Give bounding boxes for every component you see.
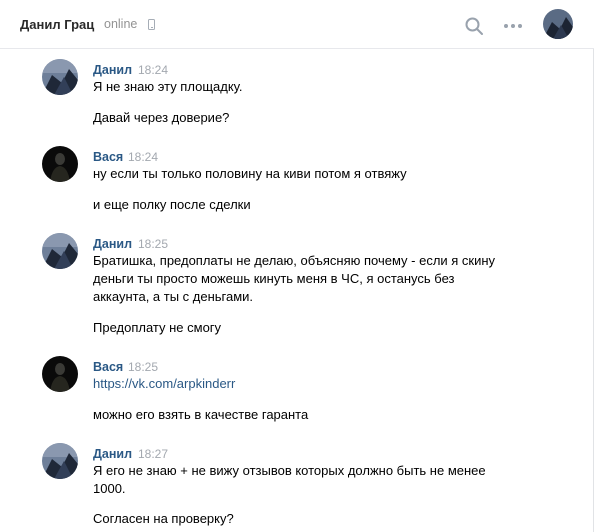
peer-name[interactable]: Данил Грац	[20, 17, 94, 32]
more-dots-icon[interactable]	[502, 16, 524, 36]
message-text: и еще полку после сделки	[93, 197, 251, 212]
message-text: Согласен на проверку?	[93, 511, 234, 526]
avatar[interactable]	[42, 356, 78, 392]
peer-avatar[interactable]	[543, 9, 573, 39]
message-author[interactable]: Данил	[93, 237, 132, 251]
avatar[interactable]	[42, 59, 78, 95]
message-text: можно его взять в качестве гаранта	[93, 407, 309, 422]
message-text: Давай через доверие?	[93, 110, 230, 125]
avatar[interactable]	[42, 233, 78, 269]
message-text: Предоплату не смогу	[93, 320, 222, 335]
message-time: 18:25	[128, 360, 159, 374]
search-icon[interactable]	[464, 16, 484, 36]
chat-window: Данил Грац online Данил 18:24 Я не знаю …	[0, 0, 594, 532]
message-history: Данил 18:24 Я не знаю эту площадку. Дава…	[0, 50, 594, 532]
message-text: Я его не знаю + не вижу отзывов которых …	[93, 463, 486, 496]
mobile-phone-icon	[148, 19, 155, 30]
message-text: Я не знаю эту площадку.	[93, 79, 243, 94]
message-text: ну если ты только половину на киви потом…	[93, 166, 407, 181]
avatar[interactable]	[42, 443, 78, 479]
message-author[interactable]: Данил	[93, 63, 132, 77]
message-author[interactable]: Данил	[93, 447, 132, 461]
message-time: 18:24	[138, 63, 169, 77]
online-status: online	[104, 17, 138, 31]
message-time: 18:27	[138, 447, 169, 461]
message-author[interactable]: Вася	[93, 150, 123, 164]
avatar[interactable]	[42, 146, 78, 182]
message-author[interactable]: Вася	[93, 360, 123, 374]
message-time: 18:24	[128, 150, 159, 164]
message-time: 18:25	[138, 237, 169, 251]
message-text: Братишка, предоплаты не делаю, объясняю …	[93, 253, 496, 304]
message-link[interactable]: https://vk.com/arpkinderr	[93, 375, 513, 393]
chat-header: Данил Грац online	[0, 0, 594, 49]
